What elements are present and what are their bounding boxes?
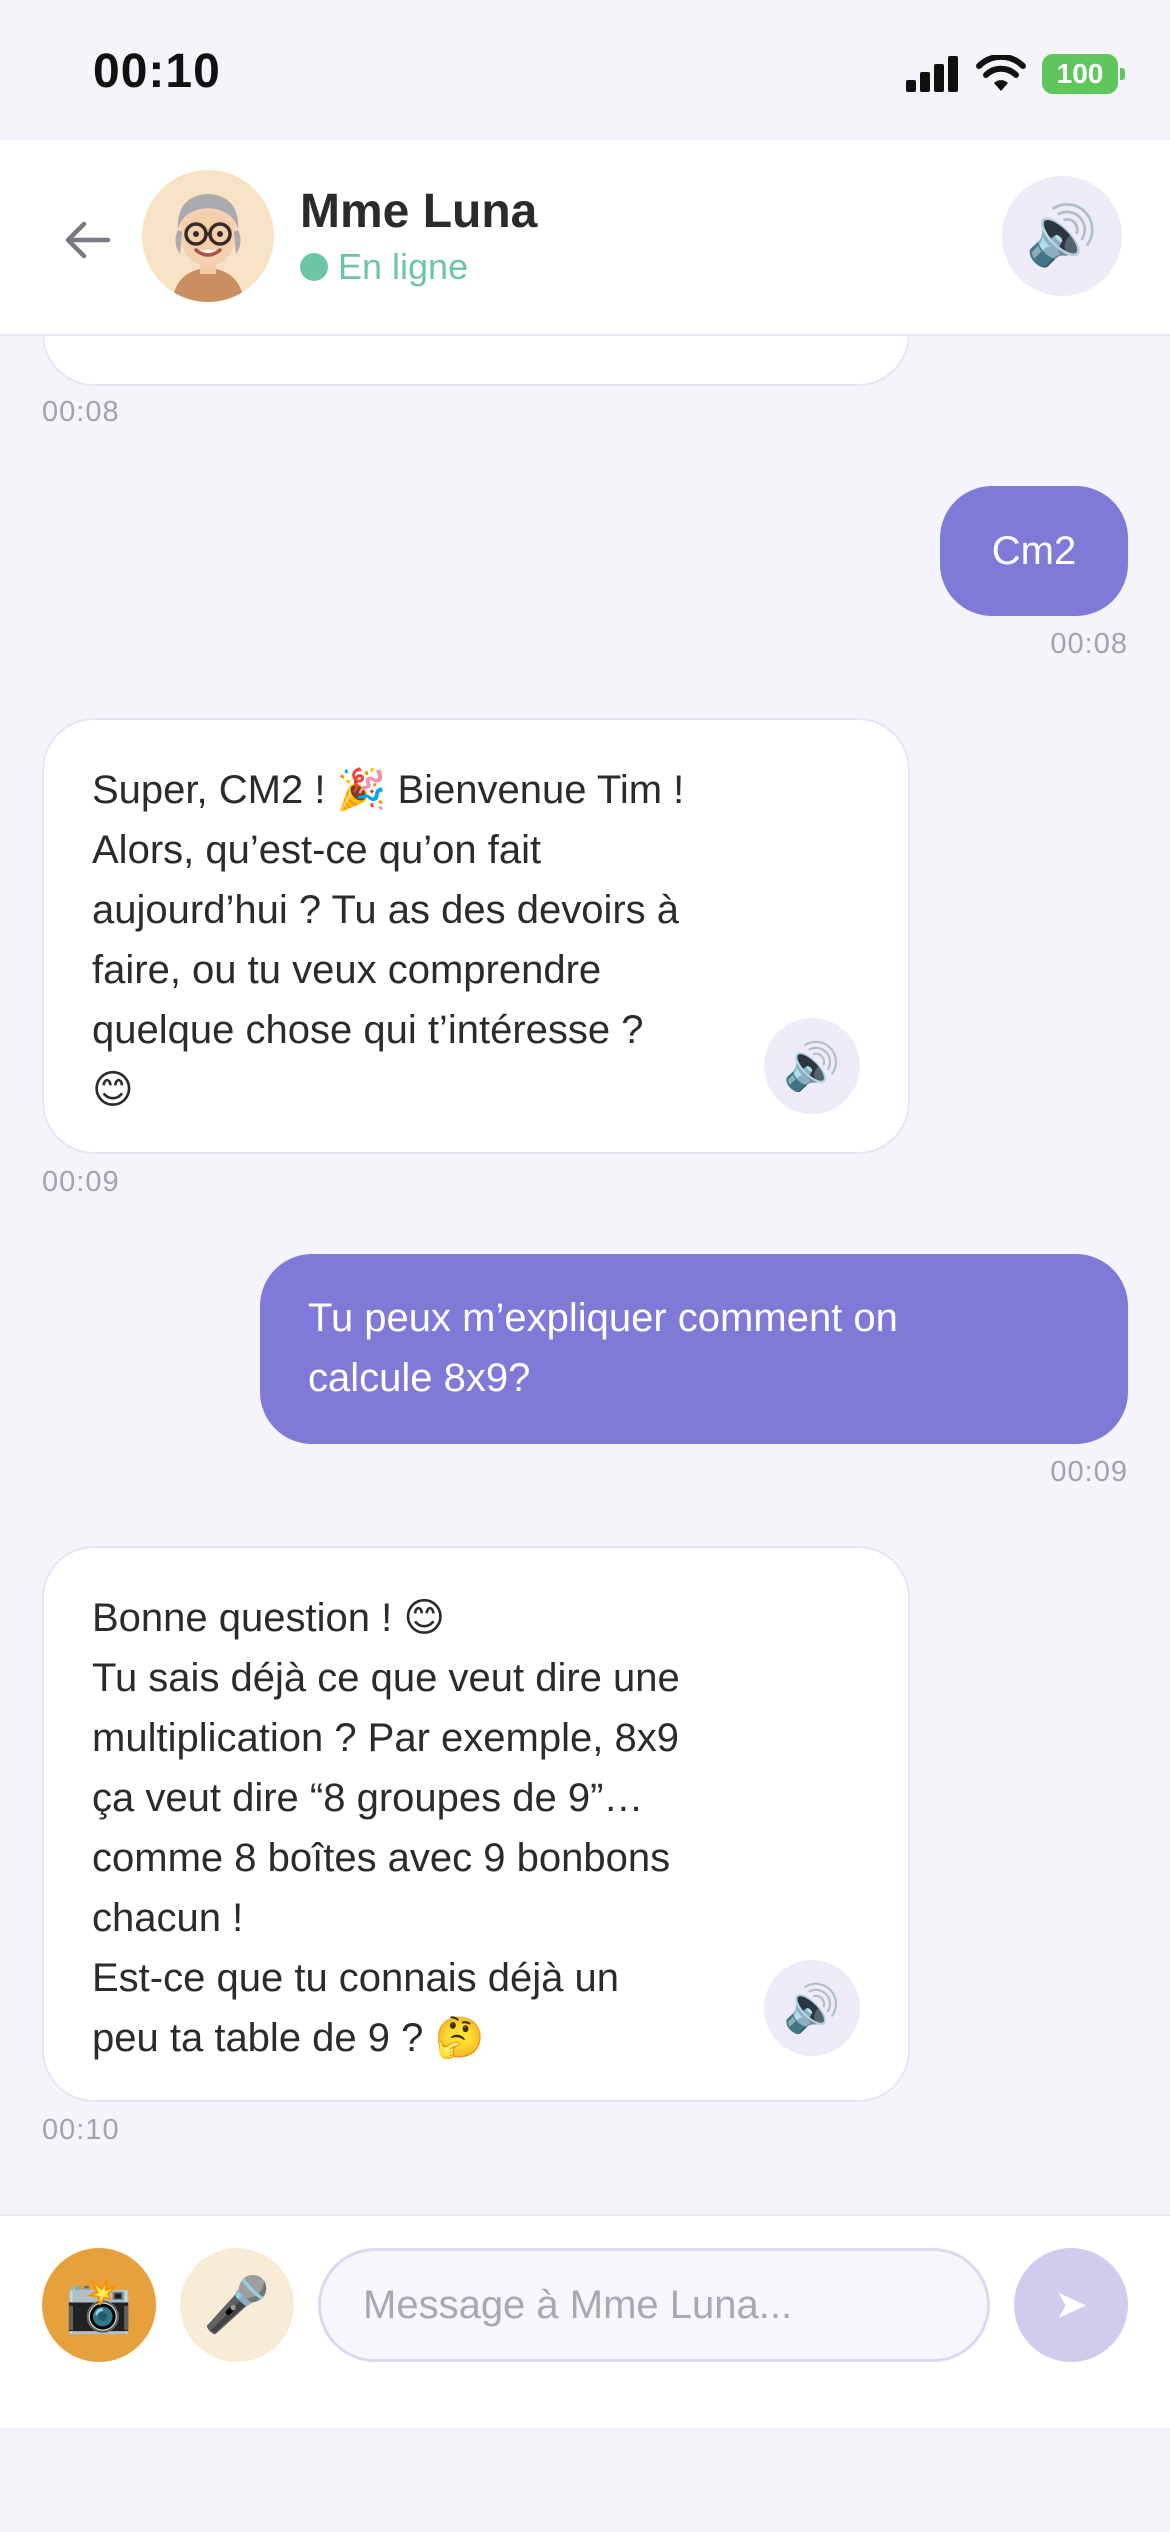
chat-header: Mme Luna En ligne 🔊 [0,140,1170,336]
bot-message-bubble: Super, CM2 ! 🎉 Bienvenue Tim ! Alors, qu… [42,718,910,1154]
message-input[interactable] [318,2248,990,2362]
status-bar: 00:10 100 [0,0,1170,140]
user-message-bubble: Cm2 [940,486,1128,616]
send-button[interactable]: ➤ [1014,2248,1128,2362]
message-speaker-button[interactable]: 🔊 [764,1960,860,2056]
battery-level: 100 [1056,58,1104,89]
message-input-bar: 📸 🎤 ➤ [0,2214,1170,2428]
arrow-left-icon [65,221,111,259]
speaker-icon: 🔊 [1025,203,1099,268]
speaker-icon: 🔊 [783,1040,841,1092]
send-icon: ➤ [1054,2283,1088,2327]
teacher-avatar-icon [142,170,274,302]
user-message-bubble: Tu peux m’expliquer comment on calcule 8… [260,1254,1128,1444]
back-button[interactable] [48,200,128,280]
battery-indicator: 100 [1042,54,1125,94]
user-message-text: Tu peux m’expliquer comment on calcule 8… [308,1296,898,1400]
wifi-icon [976,55,1026,91]
camera-icon: 📸 [65,2274,133,2335]
message-speaker-button[interactable]: 🔊 [764,1018,860,1114]
cellular-signal-icon [906,56,958,92]
online-status: En ligne [300,246,468,288]
chat-messages[interactable]: 00:08 Cm2 00:08 Super, CM2 ! 🎉 Bienvenue… [0,336,1170,2214]
message-time: 00:09 [42,1166,120,1198]
microphone-button[interactable]: 🎤 [180,2248,294,2362]
message-time: 00:08 [1050,628,1128,660]
user-message-text: Cm2 [991,529,1077,573]
speaker-icon: 🔊 [783,1982,841,2034]
status-time: 00:10 [93,45,221,98]
bot-message-text: Super, CM2 ! 🎉 Bienvenue Tim ! Alors, qu… [92,768,685,1112]
online-dot-icon [300,253,328,281]
avatar [142,170,274,302]
online-status-label: En ligne [338,246,469,287]
camera-button[interactable]: 📸 [42,2248,156,2362]
message-time: 00:10 [42,2114,120,2146]
contact-name: Mme Luna [300,185,538,238]
message-time: 00:08 [42,396,120,428]
bot-message-bubble: Bonne question ! 😊 Tu sais déjà ce que v… [42,1546,910,2102]
speaker-button[interactable]: 🔊 [1002,176,1122,296]
message-time: 00:09 [1050,1456,1128,1488]
bot-message-text: Bonne question ! 😊 Tu sais déjà ce que v… [92,1596,680,2060]
microphone-icon: 🎤 [203,2274,271,2335]
status-icons: 100 [906,52,1125,96]
bot-message-bubble [42,336,910,386]
home-indicator-area [0,2428,1170,2532]
